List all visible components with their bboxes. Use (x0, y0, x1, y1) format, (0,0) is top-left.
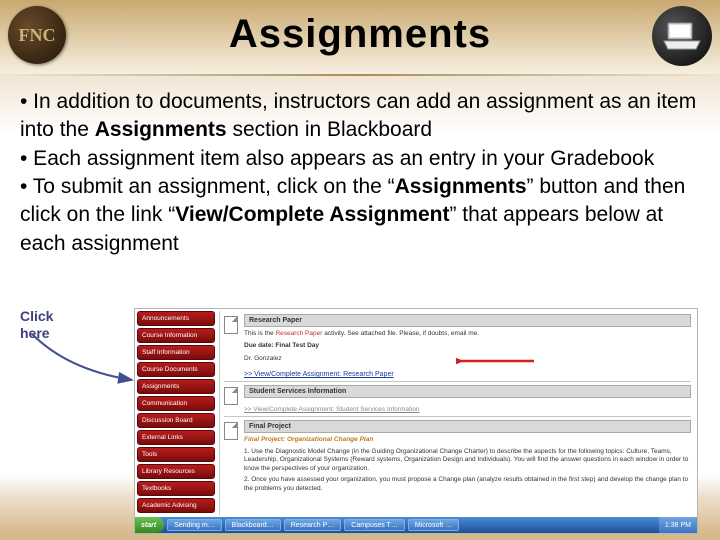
callout-line1: Click (20, 308, 53, 325)
taskbar-item[interactable]: Research P… (284, 519, 342, 531)
document-icon (224, 387, 238, 405)
row3-para1: 1. Use the Diagnostic Model Change (in t… (244, 448, 691, 473)
document-icon (224, 316, 238, 334)
row3-subtitle: Final Project: Organizational Change Pla… (244, 436, 691, 444)
sidebar-item-assignments[interactable]: Assignments (137, 379, 215, 394)
assignment-heading: Final Project (244, 420, 691, 433)
bullet-3: • To submit an assignment, click on the … (20, 173, 700, 258)
sidebar-item-announcements[interactable]: Announcements (137, 311, 215, 326)
taskbar-item[interactable]: Microsoft … (408, 519, 459, 531)
row1-desc-pre: This is the (244, 330, 275, 337)
red-arrow-annotation (456, 353, 536, 369)
view-complete-link-muted[interactable]: >> View/Complete Assignment: Student Ser… (244, 406, 419, 413)
sidebar-item-advising[interactable]: Academic Advising (137, 498, 215, 513)
bullet-1: • In addition to documents, instructors … (20, 88, 700, 145)
system-tray[interactable]: 1:38 PM (659, 517, 697, 533)
divider (0, 74, 720, 76)
sidebar-item-tools[interactable]: Tools (137, 447, 215, 462)
document-icon (224, 422, 238, 440)
row3-para2: 2. Once you have assessed your organizat… (244, 476, 691, 493)
assignment-heading: Research Paper (244, 314, 691, 327)
view-complete-link[interactable]: >> View/Complete Assignment: Research Pa… (244, 371, 394, 378)
sidebar-item-textbooks[interactable]: Textbooks (137, 481, 215, 496)
row1-desc-em: Research Paper (275, 330, 322, 337)
assignment-heading: Student Services Information (244, 385, 691, 398)
sidebar-item-communication[interactable]: Communication (137, 396, 215, 411)
bullet-2: • Each assignment item also appears as a… (20, 145, 700, 173)
sidebar-item-course-docs[interactable]: Course Documents (137, 362, 215, 377)
bullet-3-bold1: Assignments (395, 175, 527, 198)
assignment-row-final-project: Final Project Final Project: Organizatio… (224, 417, 691, 496)
windows-taskbar: start Sending m… Blackboard… Research P…… (135, 517, 697, 533)
row1-due: Due date: Final Test Day (244, 342, 691, 350)
sidebar-item-staff-info[interactable]: Staff Information (137, 345, 215, 360)
sidebar-item-course-info[interactable]: Course Information (137, 328, 215, 343)
bullet-3-bold2: View/Complete Assignment (175, 203, 449, 226)
sidebar-item-library[interactable]: Library Resources (137, 464, 215, 479)
bullet-1-post: section in Blackboard (227, 118, 432, 141)
bullet-3-pre: • To submit an assignment, click on the … (20, 175, 395, 198)
laptop-icon (652, 6, 712, 66)
page-title: Assignments (0, 12, 720, 57)
callout-click-here: Click here (20, 308, 53, 342)
row1-desc-post: activity. See attached file. Please, if … (322, 330, 479, 337)
taskbar-item[interactable]: Sending m… (167, 519, 221, 531)
start-button[interactable]: start (135, 517, 164, 533)
taskbar-item[interactable]: Blackboard… (225, 519, 281, 531)
bullet-1-bold: Assignments (95, 118, 227, 141)
slide-body: • In addition to documents, instructors … (20, 88, 700, 258)
blackboard-screenshot: Announcements Course Information Staff I… (134, 308, 698, 534)
bb-main: Research Paper This is the Research Pape… (219, 311, 695, 515)
sidebar-item-external-links[interactable]: External Links (137, 430, 215, 445)
taskbar-item[interactable]: Campuses T… (344, 519, 405, 531)
sidebar-item-discussion[interactable]: Discussion Board (137, 413, 215, 428)
bb-sidebar: Announcements Course Information Staff I… (137, 311, 215, 532)
callout-line2: here (20, 325, 53, 342)
assignment-row-student-services: Student Services Information >> View/Com… (224, 382, 691, 417)
assignment-row-research-paper: Research Paper This is the Research Pape… (224, 311, 691, 382)
